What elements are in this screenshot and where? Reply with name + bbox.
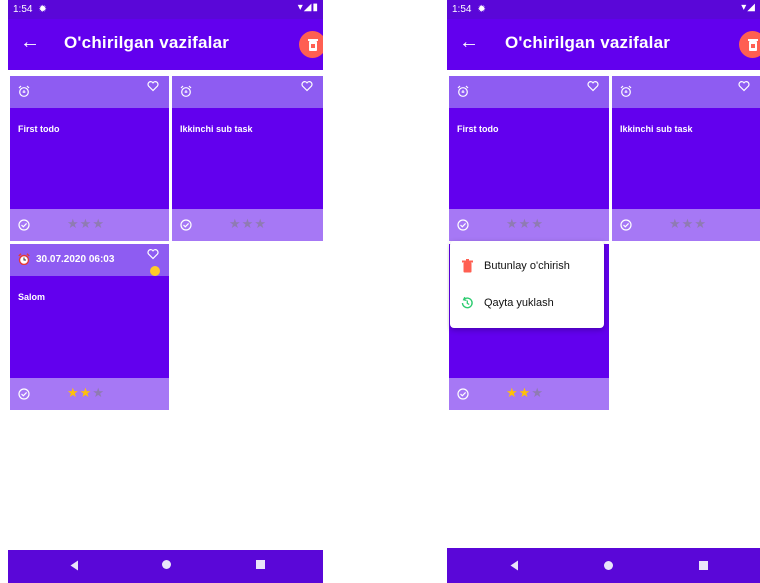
- check-circle-icon[interactable]: [18, 219, 30, 231]
- check-circle-icon[interactable]: [457, 388, 469, 400]
- rating-stars[interactable]: ★★★: [506, 216, 544, 232]
- page-title: O'chirilgan vazifalar: [505, 33, 671, 52]
- alarm-icon[interactable]: [457, 85, 469, 97]
- check-circle-icon[interactable]: [18, 388, 30, 400]
- star-icon[interactable]: ★: [694, 216, 707, 231]
- menu-item-label: Butunlay o'chirish: [484, 260, 570, 272]
- task-card[interactable]: Ikkinchi sub task ★★★: [612, 76, 760, 241]
- rating-stars[interactable]: ★★★: [67, 385, 105, 401]
- trash-icon: [307, 39, 318, 51]
- trash-red-icon: [460, 258, 474, 274]
- reminder-date: 30.07.2020 06:03: [36, 254, 115, 265]
- phone-screen-left: 1:54 ✹ ▾◢▮ ← O'chirilgan vazifalar First…: [8, 0, 323, 583]
- check-circle-icon[interactable]: [620, 219, 632, 231]
- nav-home-icon[interactable]: [162, 560, 171, 569]
- phone-screen-right: 1:54 ✹ ▾◢ ← O'chirilgan vazifalar First …: [447, 0, 760, 583]
- task-card[interactable]: First todo ★★★: [449, 76, 609, 241]
- star-icon[interactable]: ★: [67, 216, 80, 231]
- task-title: First todo: [18, 124, 60, 134]
- task-card[interactable]: 30.07.2020 06:03 Salom ★★★: [10, 244, 169, 410]
- back-arrow-icon[interactable]: ←: [20, 32, 40, 52]
- alarm-icon[interactable]: [620, 85, 632, 97]
- star-icon[interactable]: ★: [80, 385, 93, 400]
- task-card[interactable]: Ikkinchi sub task ★★★: [172, 76, 323, 241]
- star-icon[interactable]: ★: [92, 216, 105, 231]
- status-bar: 1:54 ✹ ▾◢▮: [8, 0, 323, 19]
- task-title: Ikkinchi sub task: [180, 124, 253, 134]
- heart-icon[interactable]: [587, 80, 599, 92]
- heart-icon[interactable]: [738, 80, 750, 92]
- star-icon[interactable]: ★: [506, 385, 519, 400]
- history-restore-icon: [460, 295, 474, 311]
- rating-stars[interactable]: ★★★: [229, 216, 267, 232]
- alarm-clock-red-icon[interactable]: [18, 253, 30, 265]
- nav-home-icon[interactable]: [604, 561, 613, 570]
- page-title: O'chirilgan vazifalar: [64, 33, 230, 52]
- star-icon[interactable]: ★: [242, 216, 255, 231]
- settings-icon: ✹: [38, 4, 47, 15]
- nav-back-icon[interactable]: [70, 560, 79, 571]
- task-title: Ikkinchi sub task: [620, 124, 693, 134]
- star-icon[interactable]: ★: [67, 385, 80, 400]
- star-icon[interactable]: ★: [506, 216, 519, 231]
- status-bar: 1:54 ✹ ▾◢: [447, 0, 760, 19]
- task-card[interactable]: First todo ★★★: [10, 76, 169, 241]
- star-icon[interactable]: ★: [229, 216, 242, 231]
- system-nav-bar: [447, 548, 760, 583]
- card-header: [10, 76, 169, 108]
- alarm-icon[interactable]: [18, 85, 30, 97]
- emoji-sunglasses-icon: [150, 266, 160, 276]
- menu-item-label: Qayta yuklash: [484, 297, 554, 309]
- rating-stars[interactable]: ★★★: [67, 216, 105, 232]
- delete-permanently-item[interactable]: Butunlay o'chirish: [450, 248, 604, 284]
- status-time: 1:54: [452, 4, 472, 15]
- nav-recents-icon[interactable]: [256, 560, 265, 569]
- card-header: [449, 76, 609, 108]
- signal-battery-icon: ▾◢▮: [297, 2, 319, 13]
- heart-icon[interactable]: [147, 80, 159, 92]
- task-title: First todo: [457, 124, 499, 134]
- card-footer: ★★★: [449, 209, 609, 241]
- card-footer: ★★★: [10, 378, 169, 410]
- delete-all-button[interactable]: [299, 31, 323, 58]
- card-footer: ★★★: [449, 378, 609, 410]
- card-footer: ★★★: [612, 209, 760, 241]
- back-arrow-icon[interactable]: ←: [459, 32, 479, 52]
- task-title: Salom: [18, 292, 46, 302]
- system-nav-bar: [8, 550, 323, 583]
- card-header: [612, 76, 760, 108]
- alarm-icon[interactable]: [180, 85, 192, 97]
- settings-icon: ✹: [477, 4, 486, 15]
- star-icon[interactable]: ★: [80, 216, 93, 231]
- card-header: 30.07.2020 06:03: [10, 244, 169, 276]
- rating-stars[interactable]: ★★★: [669, 216, 707, 232]
- star-icon[interactable]: ★: [669, 216, 682, 231]
- status-time: 1:54: [13, 4, 33, 15]
- delete-all-button[interactable]: [739, 31, 760, 58]
- card-header: [172, 76, 323, 108]
- check-circle-icon[interactable]: [457, 219, 469, 231]
- star-icon[interactable]: ★: [531, 385, 544, 400]
- nav-recents-icon[interactable]: [699, 561, 708, 570]
- star-icon[interactable]: ★: [519, 216, 532, 231]
- card-footer: ★★★: [10, 209, 169, 241]
- star-icon[interactable]: ★: [682, 216, 695, 231]
- app-bar: ← O'chirilgan vazifalar: [447, 19, 760, 70]
- star-icon[interactable]: ★: [531, 216, 544, 231]
- context-menu: Butunlay o'chirish Qayta yuklash: [450, 241, 604, 328]
- app-bar: ← O'chirilgan vazifalar: [8, 19, 323, 70]
- signal-icon: ▾◢: [741, 2, 756, 13]
- star-icon[interactable]: ★: [519, 385, 532, 400]
- card-footer: ★★★: [172, 209, 323, 241]
- restore-item[interactable]: Qayta yuklash: [450, 285, 604, 321]
- nav-back-icon[interactable]: [510, 560, 519, 571]
- heart-icon[interactable]: [147, 248, 159, 260]
- star-icon[interactable]: ★: [254, 216, 267, 231]
- rating-stars[interactable]: ★★★: [506, 385, 544, 401]
- trash-icon: [747, 39, 758, 51]
- star-icon[interactable]: ★: [92, 385, 105, 400]
- heart-icon[interactable]: [301, 80, 313, 92]
- check-circle-icon[interactable]: [180, 219, 192, 231]
